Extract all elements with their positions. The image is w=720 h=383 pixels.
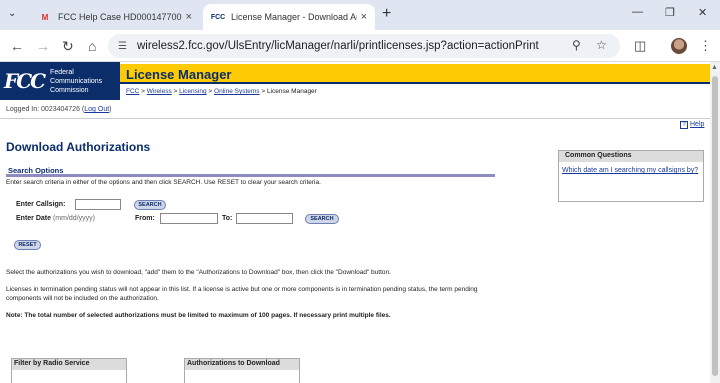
page-title: Download Authorizations (6, 140, 151, 154)
browser-tab-help-case[interactable]: M FCC Help Case HD0001477002 - mathisfu … (30, 4, 200, 30)
logged-in-label: Logged In: 0023404726 (6, 106, 80, 113)
app-title-bar: License Manager (120, 64, 710, 84)
page-content: FCC Federal Communications Commission Li… (0, 62, 710, 383)
download-panel-title: Authorizations to Download (185, 359, 299, 370)
reset-button[interactable]: RESET (14, 240, 41, 250)
browser-tab-bar: ⌄ M FCC Help Case HD0001477002 - mathisf… (0, 0, 720, 30)
fcc-logo-text: Federal Communications Commission (50, 68, 102, 95)
breadcrumb-wireless[interactable]: Wireless (147, 88, 172, 95)
fcc-logo-mark: FCC (4, 69, 46, 93)
common-questions-box: Common Questions Which date am I searchi… (558, 150, 704, 202)
authorizations-to-download-panel: Authorizations to Download (184, 358, 300, 383)
close-tab-icon[interactable]: × (361, 11, 367, 23)
breadcrumb-fcc[interactable]: FCC (126, 88, 139, 95)
instructions-paragraph: Select the authorizations you wish to do… (6, 269, 391, 276)
from-label: From: (135, 215, 155, 222)
reload-icon[interactable]: ↻ (62, 38, 74, 55)
fcc-favicon-icon: FCC (210, 13, 226, 21)
help-icon[interactable]: ? (680, 121, 688, 129)
breadcrumb-sep: > (259, 88, 267, 95)
to-date-input[interactable] (236, 213, 293, 224)
forward-arrow-icon[interactable]: → (36, 38, 50, 54)
home-icon[interactable]: ⌂ (88, 38, 96, 54)
breadcrumb-sep: > (139, 88, 147, 95)
breadcrumb-current: License Manager (266, 88, 317, 95)
help-link[interactable]: Help (690, 121, 704, 128)
breadcrumb-online-systems[interactable]: Online Systems (214, 88, 260, 95)
close-window-icon[interactable]: ✕ (698, 6, 707, 19)
site-info-icon[interactable]: ☰ (118, 41, 127, 52)
new-tab-button[interactable]: + (382, 5, 391, 23)
date-format-hint: (mm/dd/yyyy) (52, 215, 95, 222)
url-bar[interactable]: ☰ wireless2.fcc.gov/UlsEntry/licManager/… (108, 34, 620, 58)
search-instructions: Enter search criteria in either of the o… (6, 179, 321, 186)
section-divider (6, 174, 495, 177)
zoom-icon[interactable]: ⚲ (572, 38, 581, 52)
callsign-search-button[interactable]: SEARCH (134, 200, 166, 210)
breadcrumb-sep: > (171, 88, 180, 95)
callsign-label: Enter Callsign: (16, 201, 66, 208)
date-search-button[interactable]: SEARCH (305, 214, 339, 224)
app-title: License Manager (126, 67, 232, 82)
tab-title: FCC Help Case HD0001477002 - mathisfu (58, 12, 182, 22)
profile-avatar[interactable] (671, 38, 687, 54)
divider (0, 118, 710, 119)
restore-icon[interactable]: ❐ (665, 6, 675, 19)
logo-line: Federal (50, 68, 74, 76)
filter-panel-title: Filter by Radio Service (12, 359, 126, 370)
breadcrumb-sep: > (206, 88, 215, 95)
scrollbar-thumb[interactable] (712, 76, 718, 376)
minimize-icon[interactable]: — (632, 6, 643, 18)
filter-radio-service-panel: Filter by Radio Service (11, 358, 127, 383)
breadcrumb: FCC > Wireless > Licensing > Online Syst… (126, 88, 317, 95)
tab-title: License Manager - Download Authorizatio (231, 12, 357, 22)
to-label: To: (222, 215, 233, 222)
logout-link[interactable]: Log Out (84, 106, 109, 113)
close-tab-icon[interactable]: × (186, 11, 192, 23)
date-label: Enter Date (mm/dd/yyyy) (16, 215, 95, 222)
gmail-icon: M (41, 12, 49, 22)
logo-line: Communications (50, 77, 103, 85)
from-date-input[interactable] (160, 213, 218, 224)
fcc-header: FCC Federal Communications Commission Li… (0, 62, 710, 100)
back-arrow-icon[interactable]: ← (10, 38, 24, 54)
page-limit-note: Note: The total number of selected autho… (6, 312, 391, 319)
tab-search-chevron-icon[interactable]: ⌄ (8, 8, 16, 19)
common-questions-title: Common Questions (559, 151, 703, 162)
logo-line: Commission (50, 86, 89, 94)
bookmark-star-icon[interactable]: ☆ (596, 38, 607, 52)
browser-menu-icon[interactable]: ⋮ (699, 38, 712, 54)
date-label-text: Enter Date (16, 215, 52, 222)
breadcrumb-licensing[interactable]: Licensing (179, 88, 206, 95)
date-question-link[interactable]: Which date am I searching my callsigns b… (559, 162, 703, 179)
termination-paragraph: Licenses in termination pending status w… (6, 286, 478, 302)
browser-tab-license-manager[interactable]: FCC License Manager - Download Authoriza… (203, 4, 375, 30)
fcc-logo[interactable]: FCC Federal Communications Commission (0, 62, 120, 100)
address-toolbar: ← → ↻ ⌂ ☰ wireless2.fcc.gov/UlsEntry/lic… (0, 30, 720, 62)
help-link-group[interactable]: ? Help (680, 121, 704, 129)
scroll-up-arrow-icon[interactable]: ▲ (711, 64, 718, 71)
callsign-input[interactable] (75, 199, 121, 210)
url-text[interactable]: wireless2.fcc.gov/UlsEntry/licManager/na… (137, 40, 539, 52)
extensions-icon[interactable]: ◫ (634, 38, 646, 54)
logged-in-info: Logged In: 0023404726 (Log Out) (6, 106, 112, 113)
